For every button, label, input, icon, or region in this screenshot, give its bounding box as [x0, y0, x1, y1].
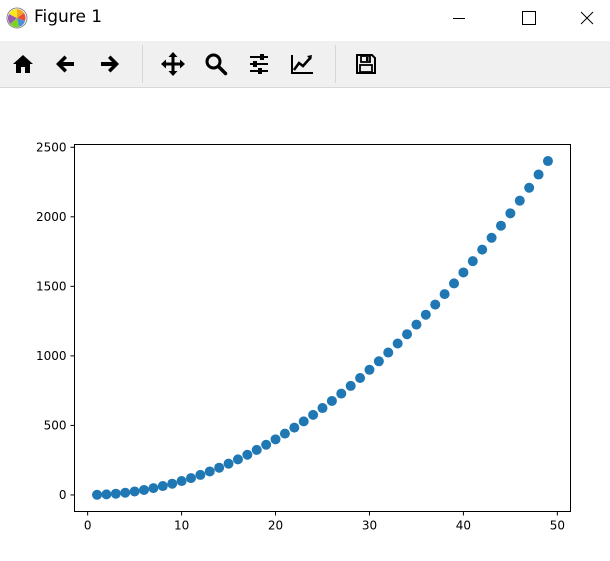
- scatter-point: [533, 169, 544, 180]
- matplotlib-logo-icon: [6, 7, 28, 29]
- maximize-icon: [522, 11, 536, 25]
- toolbar-separator: [142, 45, 143, 83]
- scatter-point: [524, 182, 535, 193]
- scatter-point: [279, 428, 290, 439]
- scatter-point: [167, 478, 178, 489]
- scatter-point: [101, 489, 112, 500]
- scatter-point: [355, 372, 366, 383]
- x-tick-label: 20: [268, 519, 283, 533]
- figure-window: Figure 1 0 10 20 30 40 50 0 500 1000 150…: [0, 0, 610, 561]
- scatter-point: [148, 483, 159, 494]
- scatter-point: [223, 458, 234, 469]
- scatter-point: [242, 449, 253, 460]
- pan-button[interactable]: [157, 49, 189, 79]
- scatter-point: [232, 454, 243, 465]
- scatter-point: [430, 299, 441, 310]
- minimize-button[interactable]: [436, 0, 482, 36]
- forward-button[interactable]: [93, 49, 125, 79]
- home-icon: [13, 55, 33, 73]
- scatter-point: [514, 195, 525, 206]
- scatter-point: [402, 329, 413, 340]
- arrow-left-icon: [56, 55, 74, 73]
- scatter-point: [467, 256, 478, 267]
- scatter-point: [120, 487, 131, 498]
- scatter-point: [270, 434, 281, 445]
- scatter-point: [298, 416, 309, 427]
- floppy-disk-icon: [356, 54, 376, 74]
- scatter-point: [486, 232, 497, 243]
- navigation-toolbar: [0, 41, 610, 88]
- scatter-point: [336, 388, 347, 399]
- scatter-point: [373, 356, 384, 367]
- scatter-point: [195, 469, 206, 480]
- subplots-button[interactable]: [243, 49, 275, 79]
- arrow-right-icon: [101, 55, 119, 73]
- scatter-point: [185, 473, 196, 484]
- scatter-point: [129, 486, 140, 497]
- maximize-button[interactable]: [506, 0, 552, 36]
- scatter-point: [345, 380, 356, 391]
- line-chart-icon: [291, 55, 313, 74]
- scatter-point: [261, 439, 272, 450]
- scatter-point: [458, 267, 469, 278]
- scatter-point: [214, 462, 225, 473]
- y-tick-label: 1500: [36, 279, 67, 293]
- x-tick-label: 30: [362, 519, 377, 533]
- scatter-point: [289, 422, 300, 433]
- toolbar-separator: [335, 45, 336, 83]
- sliders-icon: [250, 54, 268, 74]
- scatter-point: [420, 309, 431, 320]
- scatter-point: [251, 444, 262, 455]
- y-tick-label: 2000: [36, 210, 67, 224]
- move-icon: [161, 52, 185, 76]
- y-tick-label: 0: [59, 488, 67, 502]
- zoom-button[interactable]: [200, 49, 232, 79]
- y-tick-label: 1000: [36, 349, 67, 363]
- scatter-point: [204, 466, 215, 477]
- scatter-point: [176, 476, 187, 487]
- scatter-point: [477, 244, 488, 255]
- scatter-point: [308, 409, 319, 420]
- scatter-point: [439, 289, 450, 300]
- y-tick-label: 500: [44, 418, 67, 432]
- save-button[interactable]: [350, 49, 382, 79]
- y-tick-label: 2500: [36, 140, 67, 154]
- minimize-icon: [453, 18, 465, 19]
- scatter-point: [92, 489, 103, 500]
- scatter-point: [411, 319, 422, 330]
- scatter-point: [542, 156, 553, 167]
- close-button[interactable]: [564, 0, 610, 36]
- scatter-chart: 0 10 20 30 40 50 0 500 1000 1500 2000 2500: [0, 88, 610, 561]
- magnifier-icon: [205, 53, 228, 76]
- x-tick-label: 10: [174, 519, 189, 533]
- x-tick-label: 50: [550, 519, 565, 533]
- scatter-point: [326, 395, 337, 406]
- scatter-point: [505, 208, 516, 219]
- x-tick-label: 0: [84, 519, 92, 533]
- title-bar[interactable]: Figure 1: [0, 0, 610, 36]
- scatter-point: [495, 220, 506, 231]
- window-title: Figure 1: [34, 7, 103, 27]
- scatter-point: [449, 278, 460, 289]
- back-button[interactable]: [50, 49, 82, 79]
- scatter-point: [157, 481, 168, 492]
- scatter-point: [317, 403, 328, 414]
- figure-canvas[interactable]: 0 10 20 30 40 50 0 500 1000 1500 2000 2500: [0, 88, 610, 561]
- home-button[interactable]: [7, 49, 39, 79]
- scatter-point: [364, 364, 375, 375]
- edit-axis-button[interactable]: [286, 49, 318, 79]
- scatter-point: [392, 338, 403, 349]
- x-tick-label: 40: [456, 519, 471, 533]
- close-icon: [580, 11, 594, 25]
- scatter-point: [110, 488, 121, 499]
- scatter-point: [383, 347, 394, 358]
- scatter-point: [139, 484, 150, 495]
